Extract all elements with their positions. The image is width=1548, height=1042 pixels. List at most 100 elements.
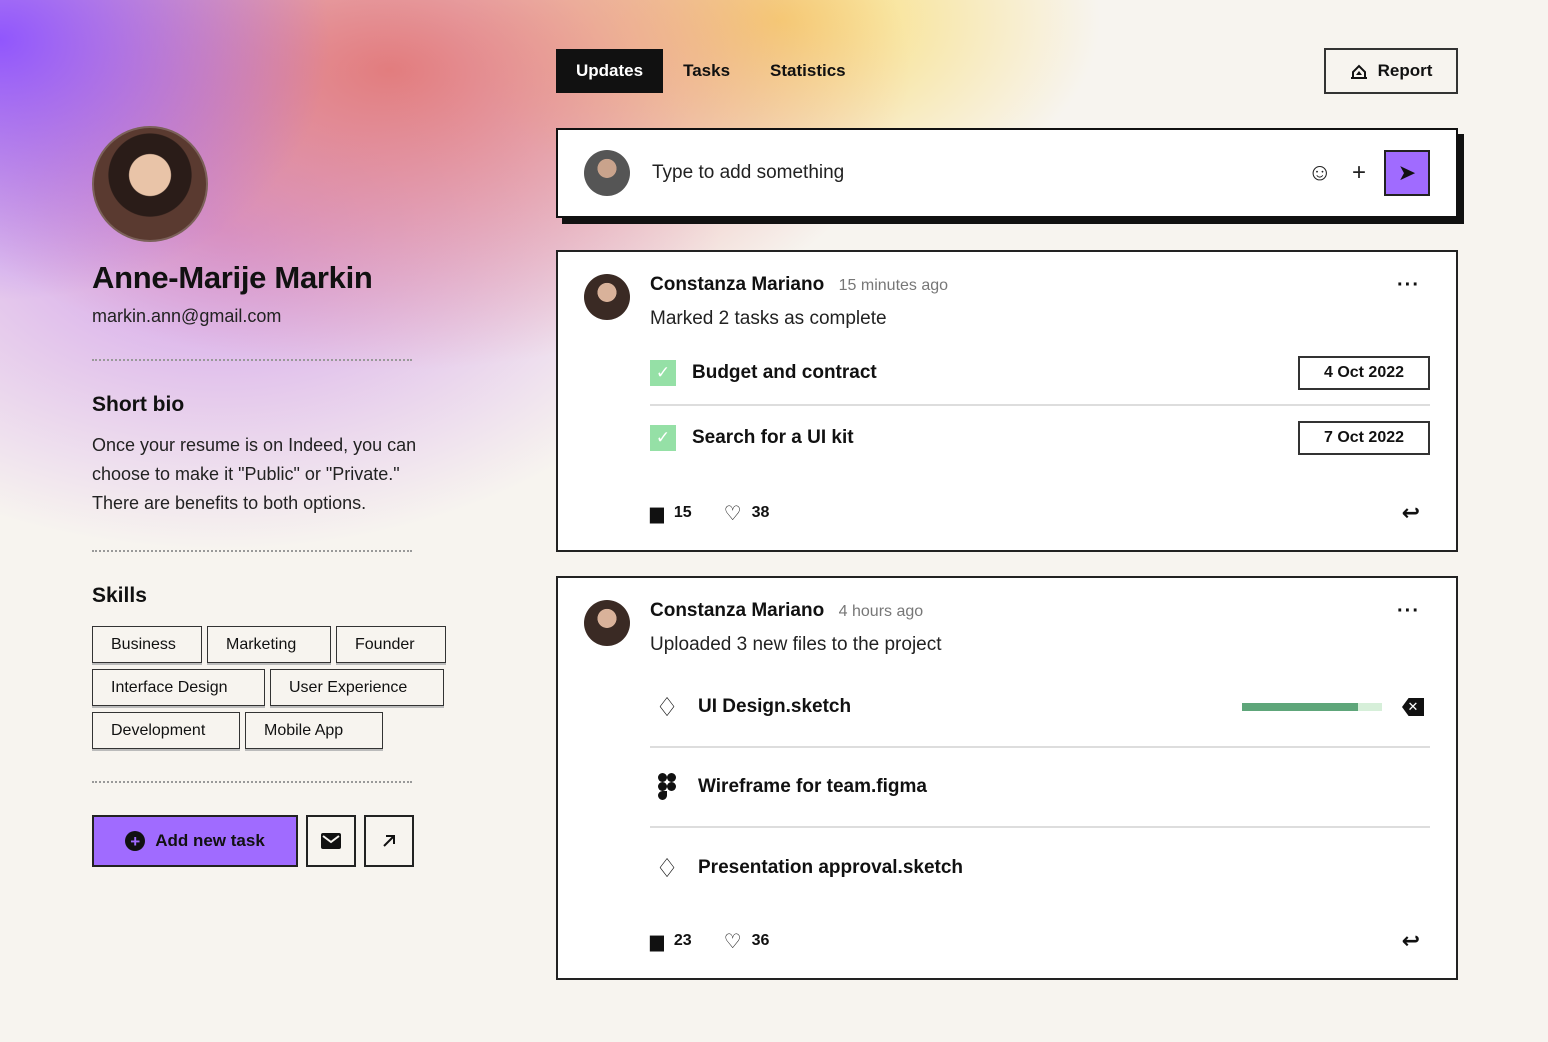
skills-list: Business Marketing Founder Interface Des… (92, 626, 452, 749)
file-row: Wireframe for team.figma (650, 748, 1430, 828)
task-row: ✓ Budget and contract 4 Oct 2022 (650, 342, 1430, 406)
feed-card: ··· Constanza Mariano 4 hours ago Upload… (556, 576, 1458, 980)
report-icon (1350, 64, 1367, 79)
author-avatar (584, 600, 630, 646)
bio-line: Once your resume is on Indeed, you can (92, 435, 417, 455)
likes-stat[interactable]: ♡ 36 (724, 929, 770, 954)
checkbox-checked-icon[interactable]: ✓ (650, 360, 676, 386)
sketch-icon: ♢ (655, 852, 679, 883)
author-line: Constanza Mariano 15 minutes ago (650, 274, 1430, 296)
plus-icon[interactable]: + (1352, 159, 1366, 187)
skill-chip[interactable]: Interface Design (92, 669, 265, 706)
task-title: Budget and contract (692, 362, 877, 383)
profile-email: markin.ann@gmail.com (92, 306, 282, 326)
file-name[interactable]: Wireframe for team.figma (698, 776, 1430, 798)
file-row: ♢ UI Design.sketch ✕ (650, 668, 1430, 748)
add-task-label: Add new task (155, 831, 265, 850)
file-name[interactable]: Presentation approval.sketch (698, 857, 1430, 879)
task-date: 4 Oct 2022 (1298, 356, 1430, 390)
profile-panel: Anne-Marije Markin markin.ann@gmail.com … (92, 126, 452, 867)
emoji-icon[interactable]: ☺ (1307, 159, 1332, 187)
tab-tasks[interactable]: Tasks (663, 49, 750, 93)
heart-icon: ♡ (723, 502, 742, 525)
task-list: ✓ Budget and contract 4 Oct 2022 ✓ Searc… (584, 342, 1430, 470)
file-name[interactable]: UI Design.sketch (698, 696, 1242, 718)
add-task-button[interactable]: + Add new task (92, 815, 298, 867)
post-message: Uploaded 3 new files to the project (650, 634, 942, 655)
send-button[interactable]: ➤ (1384, 150, 1430, 196)
divider (92, 359, 412, 361)
user-avatar (584, 150, 630, 196)
task-row: ✓ Search for a UI kit 7 Oct 2022 (650, 406, 1430, 470)
divider (92, 550, 412, 552)
skills-title: Skills (92, 584, 147, 607)
checkbox-checked-icon[interactable]: ✓ (650, 425, 676, 451)
task-date: 7 Oct 2022 (1298, 421, 1430, 455)
card-header: Constanza Mariano 4 hours ago Uploaded 3… (584, 600, 1430, 656)
bio-text: Once your resume is on Indeed, you can c… (92, 431, 452, 518)
reply-icon[interactable]: ↩ (1402, 928, 1420, 954)
composer-input[interactable]: Type to add something (652, 162, 1287, 184)
post-message: Marked 2 tasks as complete (650, 308, 887, 329)
comments-count: 23 (673, 932, 692, 949)
upload-progress-fill (1242, 703, 1359, 711)
author-avatar (584, 274, 630, 320)
author-name[interactable]: Constanza Mariano (650, 600, 824, 621)
composer: Type to add something ☺ + ➤ (556, 128, 1458, 218)
upload-progress (1242, 703, 1382, 711)
profile-name: Anne-Marije Markin (92, 260, 373, 295)
delete-icon[interactable]: ✕ (1402, 698, 1424, 716)
sketch-icon: ♢ (655, 691, 679, 722)
card-body: Constanza Mariano 15 minutes ago Marked … (650, 274, 1430, 330)
activity-panel: Updates Tasks Statistics Report Type to … (556, 48, 1458, 980)
card-header: Constanza Mariano 15 minutes ago Marked … (584, 274, 1430, 330)
skill-chip[interactable]: Marketing (207, 626, 331, 663)
skill-chip[interactable]: Development (92, 712, 240, 749)
figma-icon (650, 773, 684, 801)
send-icon: ➤ (1397, 160, 1417, 185)
more-icon[interactable]: ··· (1397, 600, 1420, 623)
plus-circle-icon: + (125, 831, 146, 851)
comments-count: 15 (673, 504, 692, 521)
more-icon[interactable]: ··· (1397, 274, 1420, 297)
likes-count: 38 (751, 504, 770, 521)
profile-avatar (92, 126, 208, 242)
skill-chip[interactable]: Mobile App (245, 712, 383, 749)
skill-chip[interactable]: Founder (336, 626, 446, 663)
comments-stat[interactable]: ▆ 23 (650, 931, 692, 952)
post-time: 4 hours ago (838, 603, 924, 620)
card-body: Constanza Mariano 4 hours ago Uploaded 3… (650, 600, 1430, 656)
author-line: Constanza Mariano 4 hours ago (650, 600, 1430, 622)
likes-count: 36 (751, 932, 770, 949)
share-button[interactable] (364, 815, 414, 867)
report-label: Report (1377, 61, 1433, 80)
skill-chip[interactable]: User Experience (270, 669, 444, 706)
task-title: Search for a UI kit (692, 427, 854, 448)
author-name[interactable]: Constanza Mariano (650, 274, 824, 295)
comments-icon: ▆ (650, 930, 664, 951)
likes-stat[interactable]: ♡ 38 (724, 501, 770, 526)
tab-updates[interactable]: Updates (556, 49, 664, 93)
comments-stat[interactable]: ▆ 15 (650, 503, 692, 524)
bio-title: Short bio (92, 393, 185, 416)
divider (92, 781, 412, 783)
skill-chip[interactable]: Business (92, 626, 202, 663)
report-button[interactable]: Report (1324, 48, 1458, 94)
tab-bar: Updates Tasks Statistics (556, 48, 1458, 94)
profile-actions: + Add new task (92, 815, 452, 867)
post-time: 15 minutes ago (838, 277, 949, 294)
card-footer: ▆ 15 ♡ 38 ↩ (650, 500, 1430, 526)
bio-line: choose to make it "Public" or "Private." (92, 464, 400, 484)
mail-button[interactable] (306, 815, 356, 867)
bio-line: There are benefits to both options. (92, 493, 367, 513)
file-row: ♢ Presentation approval.sketch (650, 828, 1430, 908)
comments-icon: ▆ (650, 502, 664, 523)
file-list: ♢ UI Design.sketch ✕ Wireframe for team.… (584, 668, 1430, 908)
reply-icon[interactable]: ↩ (1402, 500, 1420, 526)
feed-card: ··· Constanza Mariano 15 minutes ago Mar… (556, 250, 1458, 552)
arrow-up-right-icon (383, 835, 395, 847)
card-footer: ▆ 23 ♡ 36 ↩ (650, 928, 1430, 954)
tab-statistics[interactable]: Statistics (750, 49, 866, 93)
envelope-icon (321, 833, 341, 849)
heart-icon: ♡ (723, 930, 742, 953)
